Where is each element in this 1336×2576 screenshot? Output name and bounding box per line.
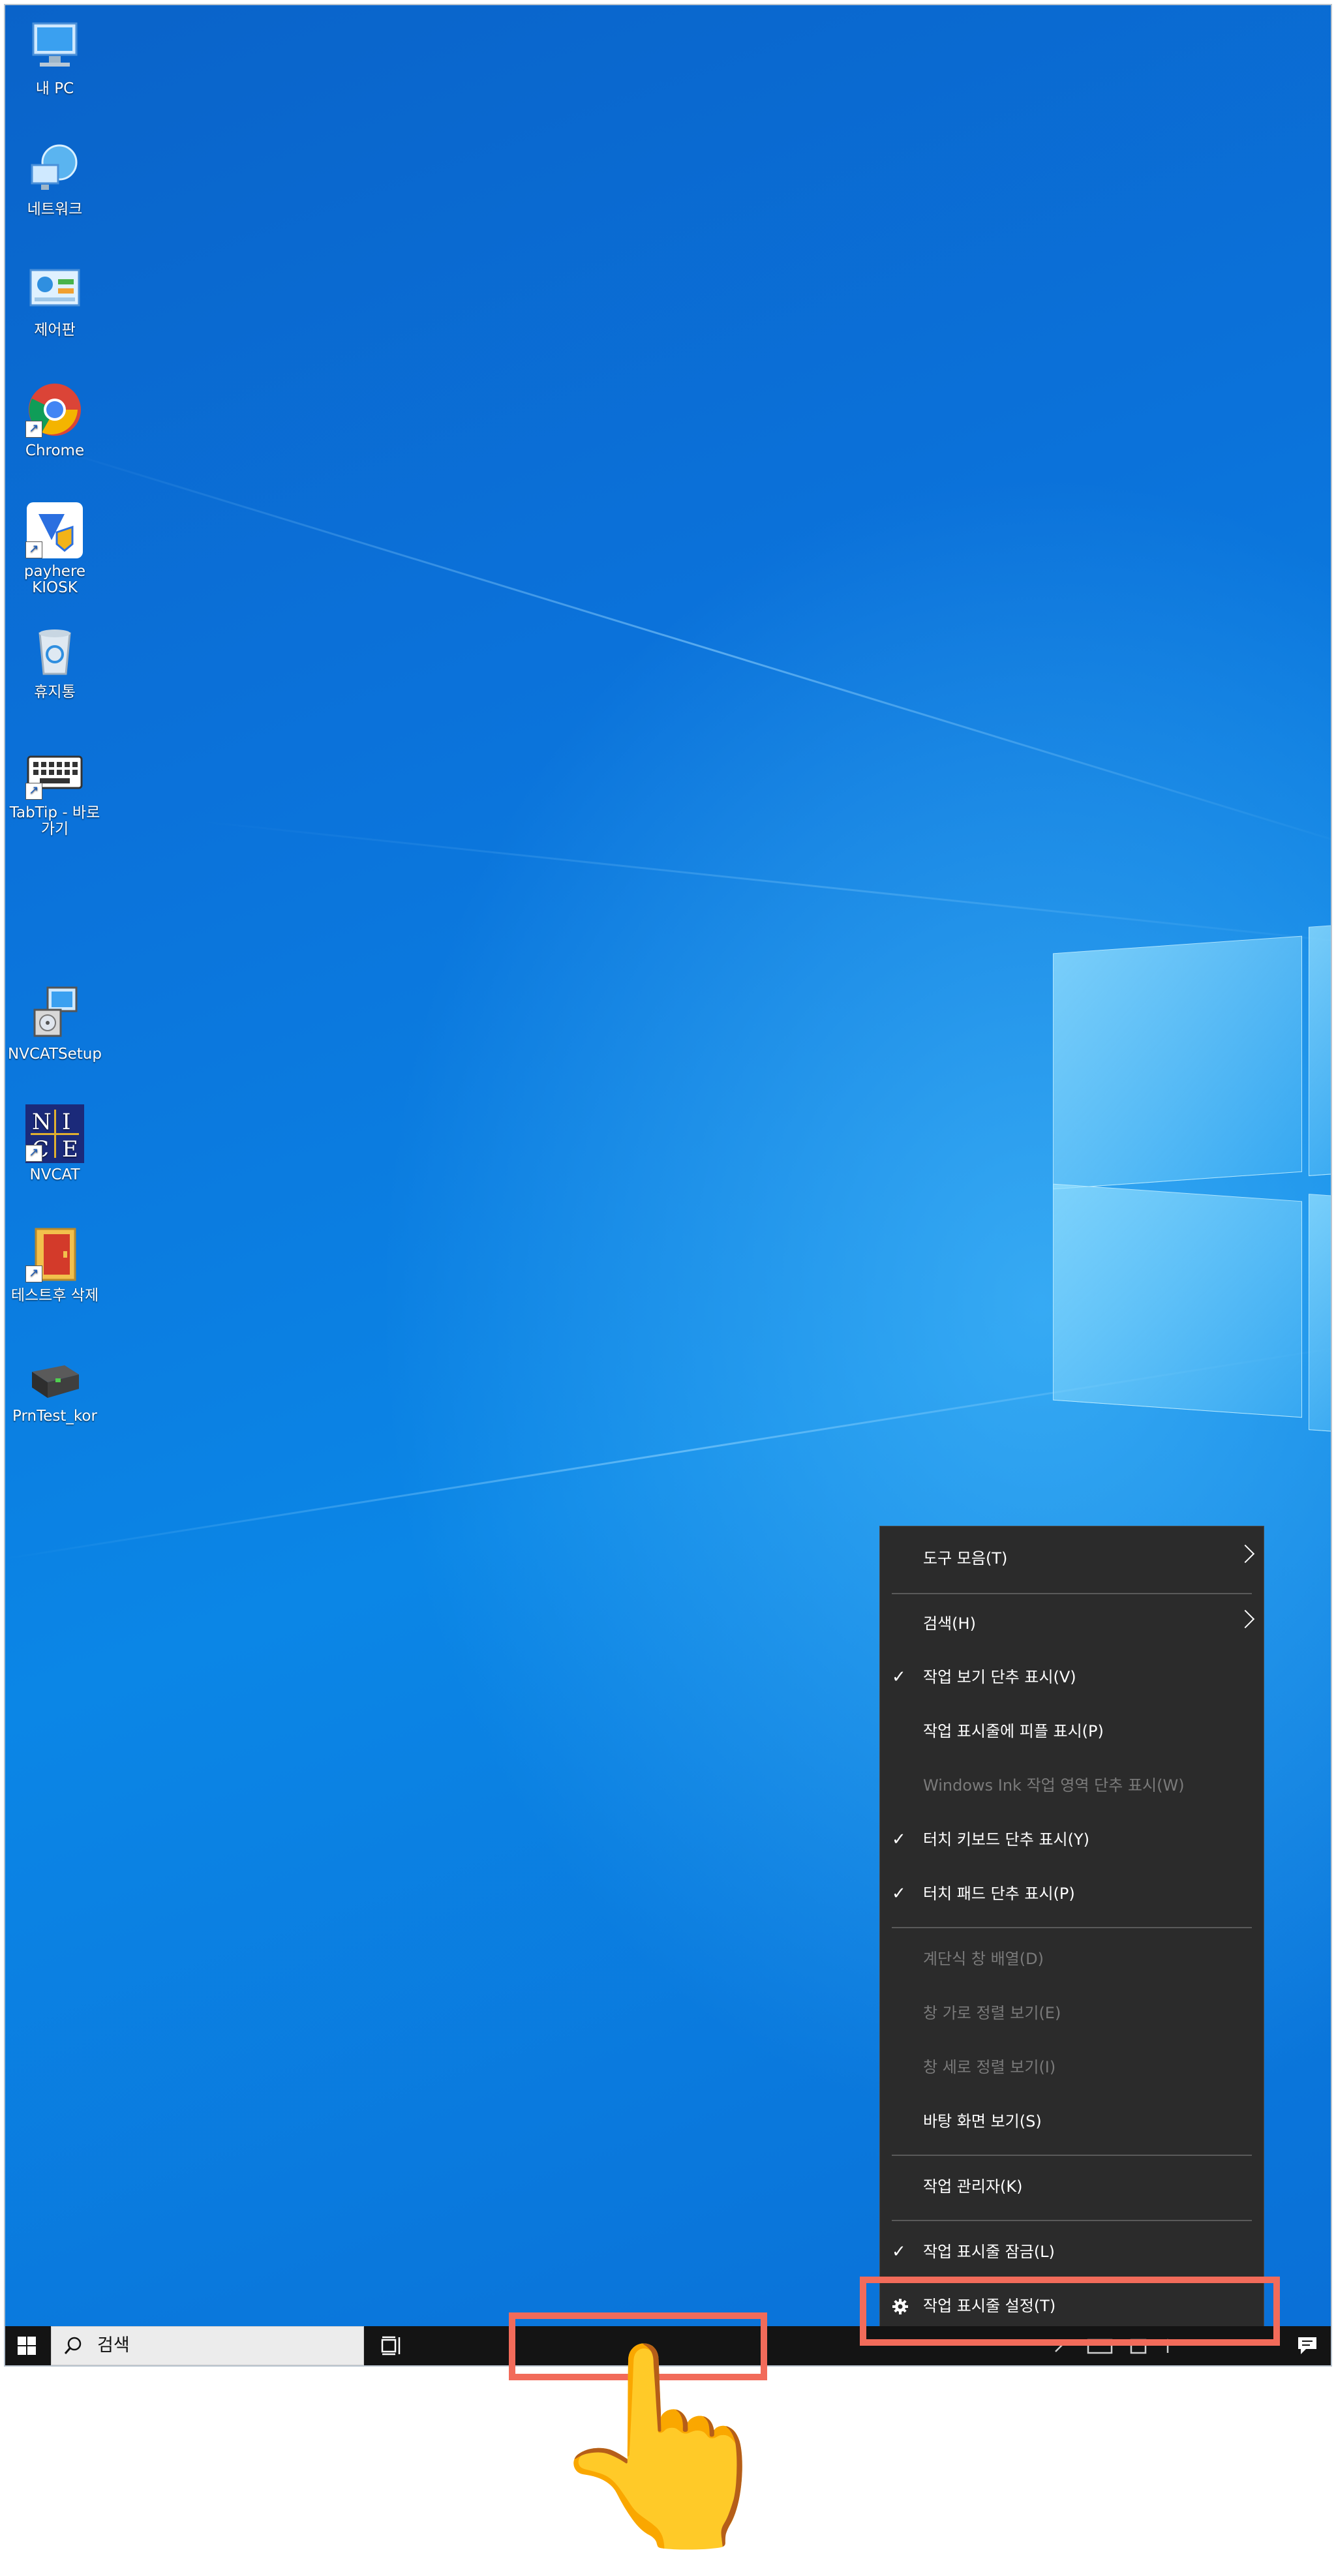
payhere-kiosk-icon: ↗	[25, 501, 84, 560]
menu-item-toolbars[interactable]: 도구 모음(T)	[880, 1536, 1264, 1581]
menu-item-cascade: 계단식 창 배열(D)	[923, 1950, 1044, 1968]
menu-item-side-by-side: 창 세로 정렬 보기(I)	[923, 2058, 1056, 2076]
desktop-icon-label: Chrome	[25, 442, 85, 459]
notification-icon	[1298, 2337, 1316, 2354]
chevron-right-icon	[1236, 1609, 1255, 1629]
recycle-bin-icon	[25, 622, 84, 680]
desktop-icon-payhere-kiosk[interactable]: ↗ payhere KIOSK	[8, 501, 102, 596]
windows-logo-pane	[1309, 923, 1331, 1176]
wallpaper-ray	[57, 449, 1331, 851]
menu-item-task-manager[interactable]: 작업 관리자(K)	[880, 2164, 1264, 2209]
menu-item-show-task-view[interactable]: ✓ 작업 보기 단추 표시(V)	[880, 1654, 1264, 1700]
desktop-screen: 내 PC 네트워크 제어판 ↗ Chrome ↗ payhere KIOSK 휴…	[4, 4, 1332, 2367]
windows-logo-pane	[1053, 935, 1302, 1190]
menu-separator	[892, 2155, 1252, 2156]
checkmark-icon: ✓	[892, 1884, 906, 1903]
this-pc-icon	[25, 18, 84, 77]
desktop-icon-tabtip[interactable]: ↗ TabTip - 바로 가기	[8, 742, 102, 838]
menu-item-stacked: 창 가로 정렬 보기(E)	[923, 2004, 1061, 2022]
desktop-icon-label: 내 PC	[35, 80, 74, 97]
printer-icon	[25, 1346, 84, 1404]
desktop-icon-nvcat[interactable]: NICE ↗ NVCAT	[8, 1104, 102, 1183]
nvcat-icon: NICE ↗	[25, 1104, 84, 1163]
checkmark-icon: ✓	[892, 2242, 906, 2262]
svg-text:E: E	[62, 1136, 78, 1162]
task-view-button[interactable]	[371, 2326, 414, 2365]
desktop-icon-prntest[interactable]: PrnTest_kor	[8, 1346, 102, 1425]
shortcut-arrow-icon: ↗	[25, 783, 42, 800]
start-button[interactable]	[5, 2326, 48, 2365]
checkmark-icon: ✓	[892, 1830, 906, 1849]
desktop-icon-nvcatsetup[interactable]: NVCATSetup	[8, 984, 102, 1063]
action-center-button[interactable]	[1284, 2326, 1329, 2365]
desktop-icon-control-panel[interactable]: 제어판	[8, 260, 102, 339]
search-icon	[64, 2337, 82, 2354]
desktop-icon-test-delete[interactable]: ↗ 테스트후 삭제	[8, 1225, 102, 1304]
svg-text:I: I	[62, 1109, 70, 1135]
menu-item-touchpad[interactable]: ✓ 터치 패드 단추 표시(P)	[880, 1871, 1264, 1917]
menu-separator	[892, 1927, 1252, 1928]
taskbar-context-menu: 도구 모음(T) 검색(H) ✓ 작업 보기 단추 표시(V) 작업 표시줄에 …	[879, 1526, 1264, 2350]
folder-icon: ↗	[25, 1225, 84, 1284]
menu-separator	[892, 1593, 1252, 1594]
task-view-icon	[381, 2336, 401, 2356]
shortcut-arrow-icon: ↗	[25, 1265, 42, 1282]
desktop-icon-label: 휴지통	[34, 684, 76, 701]
search-placeholder: 검색	[97, 2335, 130, 2356]
windows-logo-icon	[18, 2337, 36, 2355]
menu-separator	[892, 2220, 1252, 2221]
keyboard-icon: ↗	[25, 742, 84, 801]
desktop-icon-label: 네트워크	[27, 201, 83, 218]
menu-item-windows-ink: Windows Ink 작업 영역 단추 표시(W)	[923, 1776, 1185, 1795]
network-icon	[25, 139, 84, 198]
desktop-icon-label: NVCATSetup	[8, 1046, 102, 1063]
taskbar-search-box[interactable]: 검색	[51, 2326, 364, 2365]
desktop-icon-label: PrnTest_kor	[12, 1408, 97, 1425]
windows-logo-pane	[1053, 1183, 1302, 1418]
windows-logo-pane	[1309, 1194, 1331, 1434]
control-panel-icon	[25, 260, 84, 318]
svg-text:N: N	[32, 1109, 52, 1135]
desktop-icon-recycle-bin[interactable]: 휴지통	[8, 622, 102, 701]
shortcut-arrow-icon: ↗	[25, 1145, 42, 1162]
chevron-right-icon	[1236, 1544, 1255, 1564]
highlight-taskbar-settings	[860, 2277, 1280, 2346]
chrome-icon: ↗	[25, 380, 84, 439]
desktop-icon-label: TabTip - 바로 가기	[9, 804, 100, 838]
menu-item-search[interactable]: 검색(H)	[880, 1601, 1264, 1646]
checkmark-icon: ✓	[892, 1667, 906, 1687]
wallpaper-ray	[200, 821, 1331, 952]
desktop-icon-label: NVCAT	[29, 1166, 80, 1183]
shortcut-arrow-icon: ↗	[25, 421, 42, 438]
menu-item-touch-keyboard[interactable]: ✓ 터치 키보드 단추 표시(Y)	[880, 1817, 1264, 1862]
desktop-icon-label: payhere KIOSK	[23, 563, 86, 596]
desktop-icon-label: 테스트후 삭제	[10, 1287, 99, 1304]
desktop-icon-network[interactable]: 네트워크	[8, 139, 102, 218]
desktop-icon-label: 제어판	[34, 322, 76, 339]
shortcut-arrow-icon: ↗	[25, 541, 42, 558]
menu-item-show-desktop[interactable]: 바탕 화면 보기(S)	[880, 2099, 1264, 2144]
menu-item-show-people[interactable]: 작업 표시줄에 피플 표시(P)	[880, 1708, 1264, 1754]
pointing-hand-icon: 👆	[543, 2332, 787, 2560]
desktop-icon-this-pc[interactable]: 내 PC	[8, 18, 102, 97]
desktop-icon-chrome[interactable]: ↗ Chrome	[8, 380, 102, 459]
installer-icon	[25, 984, 84, 1042]
menu-item-lock-taskbar[interactable]: ✓ 작업 표시줄 잠금(L)	[880, 2229, 1264, 2275]
